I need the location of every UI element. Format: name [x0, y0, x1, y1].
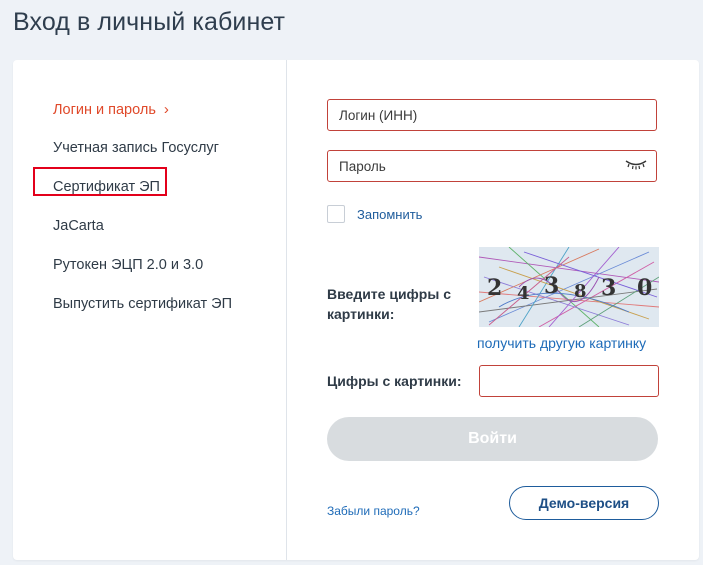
sidebar-item-label: Логин и пароль — [53, 102, 156, 118]
sidebar-item-label: Выпустить сертификат ЭП — [53, 296, 232, 312]
highlight-frame — [33, 167, 167, 196]
sidebar-item-gosuslugi[interactable]: Учетная запись Госуслуг — [53, 140, 219, 156]
demo-button[interactable]: Демо-версия — [509, 486, 659, 520]
captcha-input[interactable] — [479, 365, 659, 397]
password-input[interactable] — [327, 150, 657, 182]
sidebar-item-login-password[interactable]: Логин и пароль › — [53, 101, 169, 118]
captcha-digit: 8 — [574, 281, 587, 302]
captcha-digit: 3 — [544, 273, 559, 299]
card-divider — [286, 60, 287, 560]
sidebar-item-issue-certificate[interactable]: Выпустить сертификат ЭП — [53, 296, 232, 312]
refresh-captcha-link[interactable]: получить другую картинку — [477, 335, 646, 351]
page-title: Вход в личный кабинет — [13, 8, 286, 36]
remember-checkbox[interactable] — [327, 205, 345, 223]
sidebar-item-jacarta[interactable]: JaCarta — [53, 218, 104, 234]
captcha-digit: 0 — [637, 275, 652, 301]
captcha-image: 2 4 3 8 3 0 — [479, 247, 659, 327]
captcha-prompt: Введите цифры с картинки: — [327, 286, 451, 322]
remember-label[interactable]: Запомнить — [357, 207, 422, 222]
login-card: Логин и пароль › Учетная запись Госуслуг … — [13, 60, 699, 560]
closed-eye-icon[interactable] — [625, 159, 647, 171]
sidebar-item-label: JaCarta — [53, 218, 104, 234]
sidebar-item-rutoken[interactable]: Рутокен ЭЦП 2.0 и 3.0 — [53, 257, 203, 273]
captcha-digit: 3 — [601, 275, 616, 301]
forgot-password-link[interactable]: Забыли пароль? — [327, 504, 420, 518]
chevron-right-icon: › — [163, 101, 169, 118]
login-input[interactable] — [327, 99, 657, 131]
sidebar-item-label: Учетная запись Госуслуг — [53, 140, 219, 156]
captcha-digit: 4 — [517, 283, 530, 304]
captcha-digit: 2 — [487, 275, 502, 301]
login-button[interactable]: Войти — [327, 417, 658, 461]
sidebar-item-label: Рутокен ЭЦП 2.0 и 3.0 — [53, 257, 204, 273]
captcha-input-label: Цифры с картинки: — [327, 373, 462, 389]
